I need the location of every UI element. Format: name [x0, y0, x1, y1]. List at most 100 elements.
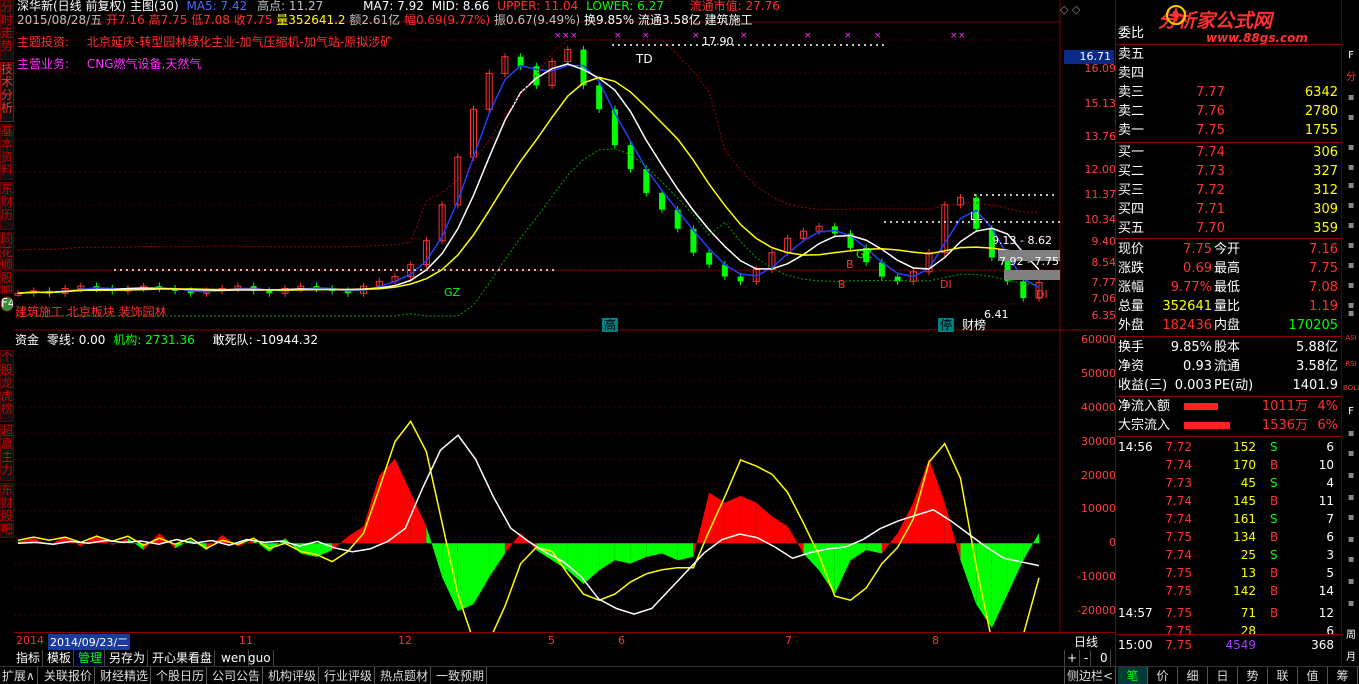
chart-tool-icon[interactable]: ▪ — [1343, 90, 1359, 106]
sell-level: 卖一 — [1118, 123, 1145, 138]
stats-label: 换手 — [1118, 340, 1145, 355]
buy-row[interactable]: 买五 7.70 359 — [1116, 219, 1342, 238]
tab-manage[interactable]: 管理 — [76, 650, 106, 666]
chart-tool-icon[interactable]: ▪ — [1343, 532, 1359, 548]
chart-tool-icon[interactable]: ▪ — [1343, 140, 1359, 156]
daily-period-button[interactable]: 日线 — [1074, 633, 1098, 650]
tab-template[interactable]: 模板 — [45, 650, 75, 666]
chart-tool-icon[interactable]: ▪ — [1343, 110, 1359, 126]
chart-tool-icon[interactable]: ▪ — [1343, 596, 1359, 612]
sell-row[interactable]: 卖二 7.76 2780 — [1116, 102, 1342, 121]
vtab-2[interactable]: 基本资料 — [0, 124, 14, 180]
buy-row[interactable]: 买四 7.71 309 — [1116, 200, 1342, 219]
sell-row[interactable]: 卖三 7.77 6342 — [1116, 83, 1342, 102]
tab-save-as[interactable]: 另存为 — [107, 650, 149, 666]
tick-volume: 161 — [1233, 512, 1256, 526]
chart-tool-icon[interactable]: ▪ — [1343, 490, 1359, 506]
vtab-6[interactable]: 个股龙虎榜 — [0, 350, 14, 422]
buy-price: 7.71 — [1196, 202, 1225, 217]
x-marker: × — [562, 31, 570, 41]
vtab-3[interactable]: 东财历 — [0, 182, 14, 230]
zoom-reset-button[interactable]: 0 — [1098, 650, 1111, 666]
time-axis-start: 2014 — [16, 634, 44, 647]
sidebar-toggle[interactable]: 侧边栏< — [1064, 667, 1117, 684]
bar-amount: 额2.61亿 — [349, 13, 401, 27]
status-tab[interactable]: 个股日历 — [154, 667, 208, 684]
price-box — [1004, 270, 1060, 280]
tab-indicator[interactable]: 指标 — [14, 650, 44, 666]
zoom-out-button[interactable]: - — [1082, 650, 1092, 666]
right-status-tab[interactable]: 联 — [1268, 667, 1298, 684]
quote-label: 量比 — [1214, 299, 1241, 314]
right-status-tab[interactable]: 日 — [1208, 667, 1238, 684]
caibang-badge: 财榜 — [962, 318, 987, 332]
status-tab[interactable]: 机构评级 — [266, 667, 320, 684]
chart-tool-icon[interactable]: ▪ — [1343, 446, 1359, 462]
tick-count: 7 — [1326, 512, 1334, 526]
right-status-tab[interactable]: 笔 — [1118, 667, 1148, 684]
buy-row[interactable]: 买三 7.72 312 — [1116, 181, 1342, 200]
vtab-8[interactable]: 东财股吧 — [0, 483, 14, 538]
fund-area-segment — [269, 538, 286, 552]
right-status-tab[interactable]: 值 — [1298, 667, 1328, 684]
sell-row[interactable]: 卖四 — [1116, 64, 1342, 83]
buy-row[interactable]: 买一 7.74 306 — [1116, 143, 1342, 162]
chart-tool-icon[interactable]: ▪ — [1343, 178, 1359, 194]
side-tool-icon[interactable]: F — [1343, 404, 1359, 420]
tick-side: B — [1270, 530, 1279, 544]
vtab-7[interactable]: 超赢主力 — [0, 424, 14, 481]
tab-guo[interactable]: guo — [246, 650, 274, 666]
vtab-1[interactable]: 技术分析 — [0, 62, 14, 122]
side-tool-icon[interactable]: BOLL — [1343, 380, 1359, 396]
side-tool-icon[interactable]: RSI — [1343, 356, 1359, 372]
bar-high: 高7.75 — [148, 13, 188, 27]
zoom-in-button[interactable]: + — [1064, 650, 1081, 666]
time-axis[interactable]: 2014 2014/09/23/二 11 12 5 6 7 8 日线 — [14, 632, 1116, 650]
buy-volume: 359 — [1313, 221, 1338, 236]
side-tool-icon[interactable]: F — [1343, 48, 1359, 64]
right-status-tab[interactable]: 细 — [1178, 667, 1208, 684]
kline-chart-svg[interactable]: × × × × × × × × × × × × — [14, 0, 1116, 632]
vtab-5[interactable]: F4 — [0, 296, 14, 312]
bar-float: 流通3.58亿 — [638, 13, 701, 27]
side-tool-icon[interactable]: 周 — [1343, 628, 1359, 644]
tab-wen[interactable]: wen — [219, 650, 249, 666]
chart-tool-icon[interactable]: ▪ — [1343, 426, 1359, 442]
chart-tool-icon[interactable]: ▪ — [1343, 306, 1359, 322]
side-tool-icon[interactable]: ASI — [1343, 330, 1359, 346]
right-status-tab[interactable]: 筹 — [1328, 667, 1358, 684]
status-tab[interactable]: 财经精选 — [98, 667, 152, 684]
right-status-tab[interactable]: 价 — [1148, 667, 1178, 684]
chart-tool-icon[interactable]: ▪ — [1343, 160, 1359, 176]
buy-row[interactable]: 买二 7.73 327 — [1116, 162, 1342, 181]
chart-tool-icon[interactable]: ▪ — [1343, 258, 1359, 274]
window-controls[interactable]: ◇ ◇ — [1060, 3, 1080, 17]
stats-value: 3.58亿 — [1296, 359, 1338, 374]
business-row: 主营业务: CNG燃气设备,天然气 — [17, 57, 201, 71]
ma7-line — [17, 63, 1040, 295]
chart-tool-icon[interactable]: ▪ — [1343, 238, 1359, 254]
side-tool-icon[interactable]: 月 — [1343, 650, 1359, 666]
chart-tool-icon[interactable]: ▪ — [1343, 278, 1359, 294]
status-tab[interactable]: 扩展∧ — [0, 667, 38, 684]
chart-tool-icon[interactable]: ▪ — [1343, 218, 1359, 234]
chart-tool-icon[interactable]: ▪ — [1343, 510, 1359, 526]
vtab-0[interactable]: 分时走势 — [0, 0, 14, 60]
sell-row[interactable]: 卖一 7.75 1755 — [1116, 121, 1342, 140]
chart-tool-icon[interactable]: ▪ — [1343, 574, 1359, 590]
side-tool-icon[interactable]: 分 — [1343, 70, 1359, 86]
chart-tool-icon[interactable]: ▪ — [1343, 552, 1359, 568]
chart-tool-icon[interactable]: ▪ — [1343, 468, 1359, 484]
vtab-4[interactable]: 同花顺股吧 — [0, 232, 14, 294]
status-tab[interactable]: 热点题材 — [378, 667, 432, 684]
tab-kaixinguo[interactable]: 开心果看盘 — [150, 650, 216, 666]
sell-row[interactable]: 卖五 — [1116, 45, 1342, 64]
right-status-tab[interactable]: 势 — [1238, 667, 1268, 684]
status-tab[interactable]: 关联报价 — [42, 667, 96, 684]
chart-tool-icon[interactable]: ▪ — [1343, 198, 1359, 214]
status-tab[interactable]: 公司公告 — [210, 667, 264, 684]
fund-area-segment — [410, 492, 427, 544]
status-tab[interactable]: 一致预期 — [434, 667, 488, 684]
candle-down — [659, 192, 666, 210]
status-tab[interactable]: 行业评级 — [322, 667, 376, 684]
